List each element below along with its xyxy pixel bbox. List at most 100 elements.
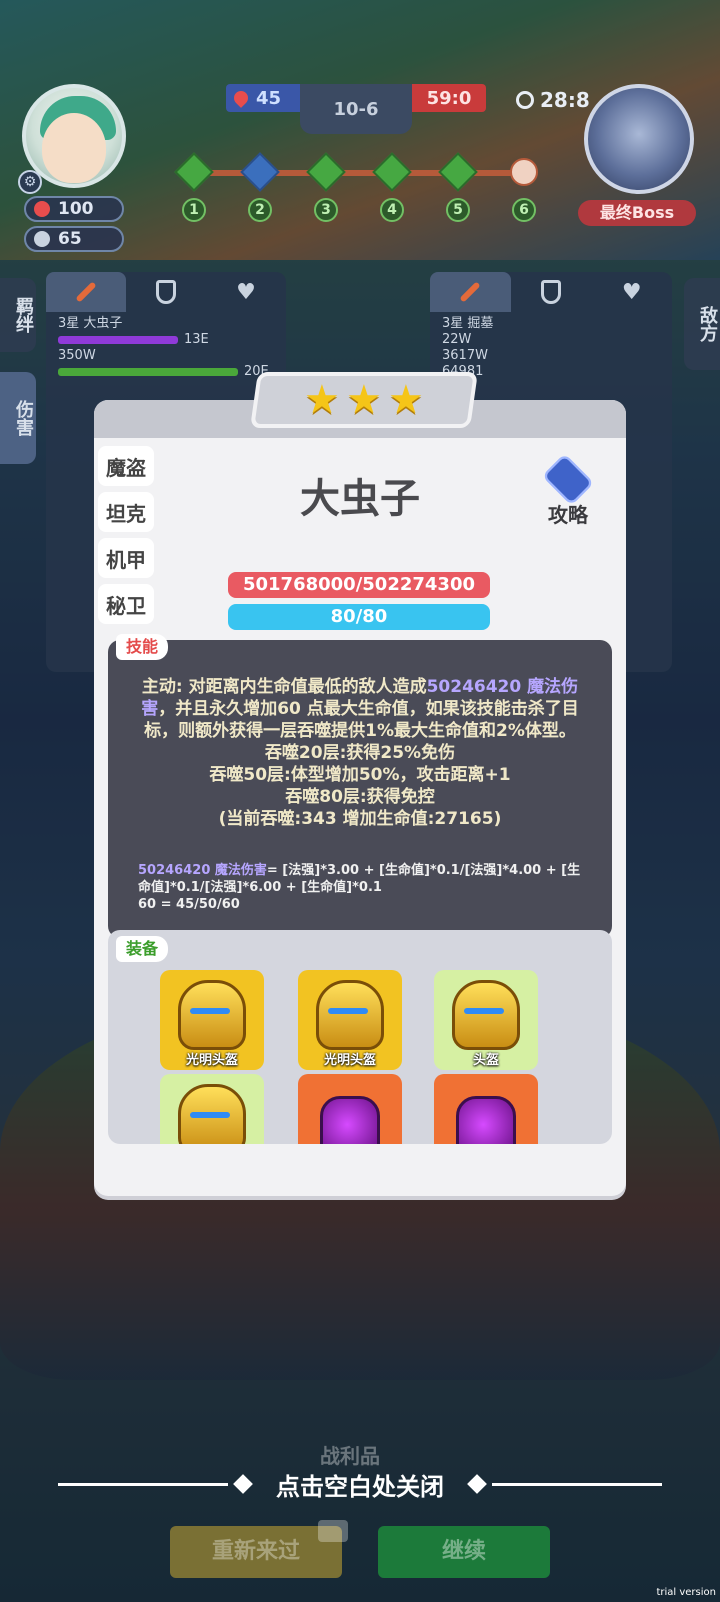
boss-avatar[interactable] — [584, 84, 694, 194]
equipment-item[interactable] — [434, 1074, 538, 1144]
player-coins-pill: 65 — [24, 226, 124, 252]
player-hp-pill: 100 — [24, 196, 124, 222]
drop-icon — [231, 88, 251, 108]
equipment-label: 光明头盔 — [323, 1053, 376, 1068]
helmet-visor — [328, 1008, 368, 1014]
list-item-value: 350W — [58, 348, 96, 363]
list-item-value: 13E — [184, 332, 209, 347]
list-item-name: 3星 掘墓 — [442, 316, 494, 331]
close-hint-text: 点击空白处关闭 — [276, 1472, 444, 1501]
equipment-item[interactable] — [160, 1074, 264, 1144]
sword-icon — [75, 281, 97, 303]
heart-icon — [34, 201, 50, 217]
skill-current-stacks: (当前吞噬:343 增加生命值:27165) — [218, 809, 502, 829]
mana-bar: 80/80 — [228, 604, 490, 630]
stage-track — [185, 170, 530, 176]
sword-icon — [459, 281, 481, 303]
tab-heal[interactable]: ♥ — [591, 272, 672, 312]
red-score: 59:0 — [412, 84, 486, 112]
skill-text: 主动: 对距离内生命值最低的敌人造成 — [141, 677, 427, 697]
gear-icon[interactable]: ⚙ — [18, 170, 42, 194]
unit-detail-modal: ★ ★ ★ 魔盗 坦克 机甲 秘卫 大虫子 攻略 501768000/50227… — [94, 372, 626, 1196]
damage-bar — [58, 336, 178, 344]
round-indicator: 10-6 — [300, 84, 412, 134]
equipment-item[interactable] — [298, 1074, 402, 1144]
tab-defense[interactable] — [126, 272, 206, 312]
player-coins-value: 65 — [58, 229, 82, 249]
equipment-tag: 装备 — [116, 936, 169, 962]
face-icon — [42, 113, 106, 183]
skill-tier: 吞噬80层:获得免控 — [285, 787, 435, 807]
boss-label: 最终Boss — [578, 200, 696, 226]
tab-bond[interactable]: 羁绊 — [0, 278, 36, 352]
blue-score: 45 — [226, 84, 300, 112]
helmet-visor — [464, 1008, 504, 1014]
divider — [58, 1482, 228, 1486]
coin-icon — [34, 231, 50, 247]
heart-icon: ♥ — [621, 279, 642, 305]
video-icon — [318, 1520, 348, 1542]
skill-description: 主动: 对距离内生命值最低的敌人造成50246420 魔法伤害，并且永久增加60… — [130, 676, 590, 830]
diamond-icon — [233, 1474, 253, 1494]
score-bar: 45 10-6 59:0 — [226, 84, 486, 134]
star-icon: ★ — [346, 377, 382, 423]
skill-tier: 吞噬50层:体型增加50%，攻击距离+1 — [209, 765, 511, 785]
tab-defense[interactable] — [511, 272, 592, 312]
tab-enemy[interactable]: 敌方 — [684, 278, 720, 370]
continue-button[interactable]: 继续 — [378, 1526, 550, 1578]
equipment-item[interactable]: 头盔 — [434, 970, 538, 1070]
divider — [492, 1482, 662, 1486]
blue-score-value: 45 — [256, 87, 282, 109]
helmet-visor — [190, 1008, 230, 1014]
guide-label: 攻略 — [548, 503, 588, 527]
equipment-label: 头盔 — [472, 1053, 499, 1068]
retry-label: 重新来过 — [211, 1539, 300, 1564]
skill-section: 技能 主动: 对距离内生命值最低的敌人造成50246420 魔法伤害，并且永久增… — [108, 634, 612, 938]
tab-heal[interactable]: ♥ — [206, 272, 286, 312]
player-hp-value: 100 — [58, 199, 94, 219]
equipment-item[interactable]: 光明头盔 — [160, 970, 264, 1070]
stage-number: 6 — [512, 198, 536, 222]
trial-watermark: trial version — [656, 1587, 716, 1598]
stage-number: 5 — [446, 198, 470, 222]
list-item-name: 3星 大虫子 — [58, 316, 123, 331]
star-icon: ★ — [304, 377, 341, 423]
helmet-icon — [178, 980, 246, 1050]
shield-icon — [541, 280, 561, 304]
damage-bar — [58, 368, 238, 376]
stage-number: 3 — [314, 198, 338, 222]
diamond-icon — [467, 1474, 487, 1494]
gem-icon — [320, 1096, 380, 1144]
stage-number: 2 — [248, 198, 272, 222]
timer: 28:8 — [516, 88, 590, 112]
guide-button[interactable]: 攻略 — [532, 453, 604, 528]
helmet-icon — [316, 980, 384, 1050]
star-rating: ★ ★ ★ — [250, 372, 478, 428]
skill-text: ，并且永久增加60 点最大生命值，如果该技能击杀了目标，则额外获得一层吞噬提供1… — [144, 699, 579, 741]
heart-icon: ♥ — [236, 279, 256, 305]
equipment-section: 装备 光明头盔 光明头盔 头盔 — [108, 930, 612, 1144]
skill-formula: 50246420 魔法伤害= [法强]*3.00 + [生命值]*0.1/[法强… — [138, 862, 588, 913]
tab-attack[interactable] — [46, 272, 126, 312]
hp-bar: 501768000/502274300 — [228, 572, 490, 598]
equipment-label: 光明头盔 — [185, 1053, 238, 1068]
stage-number: 1 — [182, 198, 206, 222]
retry-button[interactable]: 重新来过 — [170, 1520, 348, 1578]
tab-class-mech[interactable]: 机甲 — [98, 538, 154, 578]
tab-class-guard[interactable]: 秘卫 — [98, 584, 154, 624]
formula-label: 50246420 魔法伤害 — [138, 863, 267, 878]
stage-number: 4 — [380, 198, 404, 222]
graduation-cap-icon — [541, 453, 595, 506]
list-item-value: 3617W — [442, 348, 488, 363]
tab-attack[interactable] — [430, 272, 511, 312]
timer-value: 28:8 — [540, 88, 590, 112]
helmet-visor — [190, 1112, 230, 1118]
gem-icon — [456, 1096, 516, 1144]
tab-damage[interactable]: 伤害 — [0, 372, 36, 464]
close-hint[interactable]: 点击空白处关闭 — [0, 1464, 720, 1504]
helmet-icon — [452, 980, 520, 1050]
list-item-value: 22W — [442, 332, 472, 347]
clock-icon — [516, 91, 534, 109]
equipment-item[interactable]: 光明头盔 — [298, 970, 402, 1070]
boss-stage-node — [510, 158, 538, 186]
